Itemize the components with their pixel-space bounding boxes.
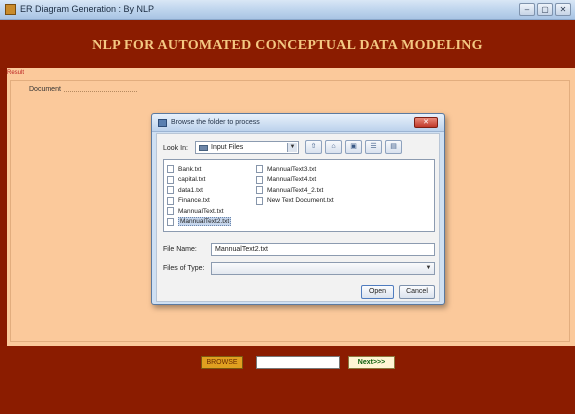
list-item[interactable]: MannualText4.txt: [256, 175, 334, 186]
chevron-down-icon[interactable]: ▼: [424, 264, 433, 273]
file-type-label: Files of Type:: [163, 265, 205, 272]
file-column-1: Bank.txt capital.txt data1.txt Finance.t…: [167, 164, 232, 228]
window-title: ER Diagram Generation : By NLP: [20, 4, 155, 14]
cancel-button[interactable]: Cancel: [399, 285, 435, 299]
minimize-button[interactable]: –: [519, 3, 535, 16]
list-item[interactable]: MannualText3.txt: [256, 164, 334, 175]
window-controls: – ▢ ✕: [519, 3, 571, 16]
path-input[interactable]: [256, 356, 340, 369]
page-title: NLP FOR AUTOMATED CONCEPTUAL DATA MODELI…: [92, 38, 483, 53]
file-icon: [167, 165, 174, 174]
file-icon: [167, 175, 174, 184]
file-icon: [167, 217, 174, 226]
next-button[interactable]: Next>>>: [348, 356, 395, 369]
file-icon: [167, 196, 174, 205]
window-titlebar: ER Diagram Generation : By NLP – ▢ ✕: [0, 0, 575, 20]
list-item[interactable]: MannualText4_2.txt: [256, 185, 334, 196]
file-list[interactable]: Bank.txt capital.txt data1.txt Finance.t…: [163, 159, 435, 232]
up-folder-icon[interactable]: ⇧: [305, 140, 322, 154]
result-label: Result: [7, 70, 25, 76]
list-item-selected[interactable]: MannualText2.txt: [167, 217, 232, 228]
bottom-bar: BROWSE Next>>>: [0, 346, 575, 414]
look-in-value: Input Files: [211, 144, 244, 151]
home-icon[interactable]: ⌂: [325, 140, 342, 154]
dialog-title: Browse the folder to process: [171, 119, 260, 126]
list-item[interactable]: Finance.txt: [167, 196, 231, 207]
document-divider: [51, 91, 137, 92]
chevron-down-icon[interactable]: ▼: [287, 143, 297, 152]
list-item[interactable]: Bank.txt: [167, 164, 231, 175]
app-icon: [5, 4, 16, 15]
document-label: Document: [27, 86, 63, 93]
file-icon: [167, 207, 174, 216]
dialog-icon: [158, 119, 167, 127]
file-icon: [256, 186, 263, 195]
list-item[interactable]: New Text Document.txt: [256, 196, 334, 207]
file-icon: [256, 165, 263, 174]
file-icon: [256, 175, 263, 184]
look-in-select[interactable]: Input Files ▼: [195, 141, 299, 154]
browse-dialog: Browse the folder to process ✕ Look In: …: [151, 113, 445, 305]
list-view-icon[interactable]: ☰: [365, 140, 382, 154]
dialog-close-button[interactable]: ✕: [414, 117, 438, 128]
open-button[interactable]: Open: [361, 285, 394, 299]
folder-icon: [199, 145, 208, 151]
file-name-label: File Name:: [163, 246, 197, 253]
list-item[interactable]: capital.txt: [167, 175, 231, 186]
dialog-titlebar: Browse the folder to process ✕: [152, 114, 444, 132]
close-button[interactable]: ✕: [555, 3, 571, 16]
details-view-icon[interactable]: ▤: [385, 140, 402, 154]
file-icon: [167, 186, 174, 195]
file-column-2: MannualText3.txt MannualText4.txt Mannua…: [256, 164, 334, 206]
file-icon: [256, 196, 263, 205]
header-banner: NLP FOR AUTOMATED CONCEPTUAL DATA MODELI…: [0, 20, 575, 68]
list-item[interactable]: data1.txt: [167, 185, 231, 196]
dialog-body: Look In: Input Files ▼ ⇧ ⌂ ▣ ☰ ▤ Bank.tx…: [156, 133, 440, 302]
new-folder-icon[interactable]: ▣: [345, 140, 362, 154]
browse-button[interactable]: BROWSE: [201, 356, 243, 369]
file-type-select[interactable]: ▼: [211, 262, 435, 275]
file-name-input[interactable]: MannualText2.txt: [211, 243, 435, 256]
look-in-label: Look In:: [163, 145, 188, 152]
maximize-button[interactable]: ▢: [537, 3, 553, 16]
list-item[interactable]: MannualText.txt: [167, 206, 231, 217]
